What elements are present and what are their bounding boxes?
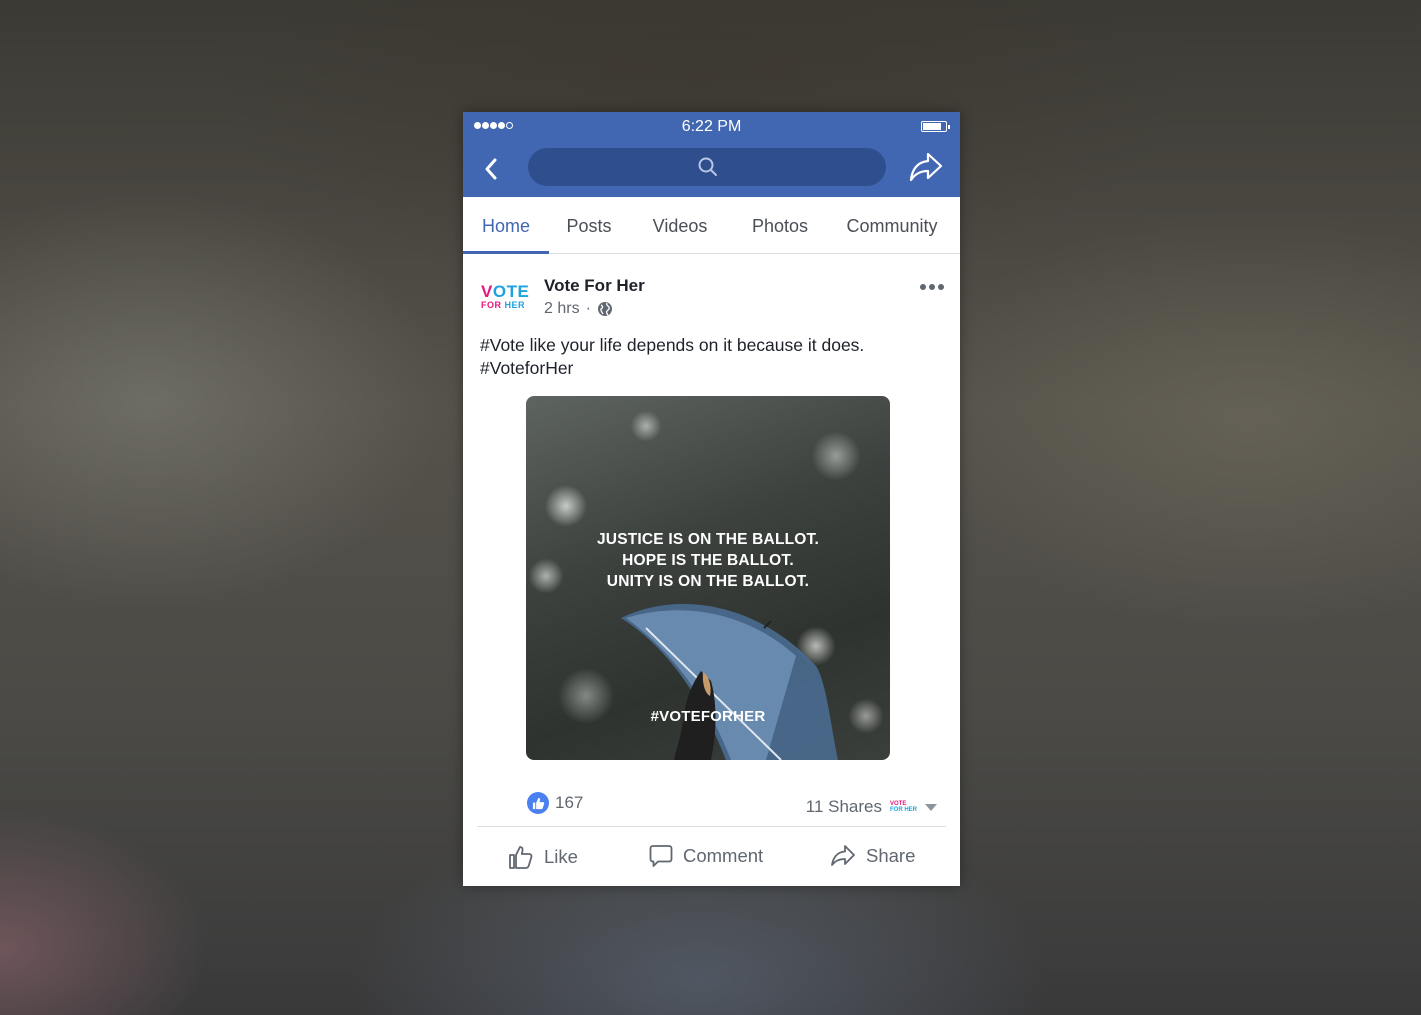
shares-count: 11 Shares bbox=[805, 797, 882, 816]
post-actions: Like Comment Share bbox=[463, 826, 960, 886]
image-overlay-text: JUSTICE IS ON THE BALLOT. HOPE IS THE BA… bbox=[596, 531, 819, 590]
tab-home[interactable]: Home bbox=[463, 197, 549, 254]
comment-bubble-icon bbox=[649, 845, 673, 867]
battery-icon bbox=[921, 121, 950, 132]
phone-frame: 6:22 PM Home Posts Videos Photos Communi… bbox=[463, 112, 960, 886]
share-arrow-icon bbox=[909, 152, 943, 182]
tab-community[interactable]: Community bbox=[835, 197, 949, 253]
tab-videos[interactable]: Videos bbox=[635, 197, 725, 253]
tab-photos[interactable]: Photos bbox=[735, 197, 825, 253]
status-bar: 6:22 PM bbox=[463, 112, 960, 142]
like-button[interactable]: Like bbox=[508, 844, 578, 870]
share-label: Share bbox=[866, 845, 916, 866]
caret-down-icon[interactable] bbox=[925, 803, 937, 811]
tab-posts[interactable]: Posts bbox=[549, 197, 629, 253]
share-as-avatar[interactable]: VOTE FOR HER bbox=[890, 801, 917, 813]
meta-separator: · bbox=[585, 300, 591, 317]
page-name[interactable]: Vote For Her bbox=[544, 276, 645, 296]
status-time: 6:22 PM bbox=[681, 118, 742, 135]
image-hashtag: #VOTEFORHER bbox=[650, 708, 766, 725]
like-reaction-icon bbox=[527, 792, 549, 814]
post-text: #Vote like your life depends on it becau… bbox=[480, 334, 940, 380]
thumbs-up-icon bbox=[509, 846, 533, 869]
chevron-left-icon bbox=[485, 158, 497, 180]
like-label: Like bbox=[544, 846, 578, 867]
search-bar[interactable] bbox=[528, 148, 886, 186]
more-dots-icon bbox=[920, 284, 926, 290]
post-hashtag-link[interactable]: #VoteforHer bbox=[480, 357, 940, 380]
globe-icon bbox=[597, 302, 612, 316]
shares-summary[interactable]: 11 Shares VOTE FOR HER bbox=[806, 797, 937, 817]
reaction-count: 167 bbox=[555, 793, 584, 812]
page-tabs: Home Posts Videos Photos Community bbox=[463, 197, 960, 254]
back-button[interactable] bbox=[480, 155, 502, 183]
navigation-bar bbox=[463, 142, 960, 197]
share-arrow-icon bbox=[831, 845, 855, 866]
post-time[interactable]: 2 hrs bbox=[544, 300, 580, 318]
search-input[interactable] bbox=[528, 148, 886, 186]
reactions-summary[interactable]: 167 bbox=[527, 792, 583, 814]
share-button[interactable]: Share bbox=[830, 844, 915, 868]
post-text-line: #Vote like your life depends on it becau… bbox=[480, 335, 865, 355]
comment-label: Comment bbox=[683, 845, 764, 866]
post-options-button[interactable] bbox=[920, 284, 944, 292]
share-page-button[interactable] bbox=[908, 150, 944, 184]
post-image[interactable]: JUSTICE IS ON THE BALLOT. HOPE IS THE BA… bbox=[526, 396, 890, 760]
page-avatar[interactable]: VOTE FOR HER bbox=[481, 283, 531, 313]
comment-button[interactable]: Comment bbox=[649, 844, 763, 868]
post-meta: 2 hrs · bbox=[544, 300, 613, 318]
